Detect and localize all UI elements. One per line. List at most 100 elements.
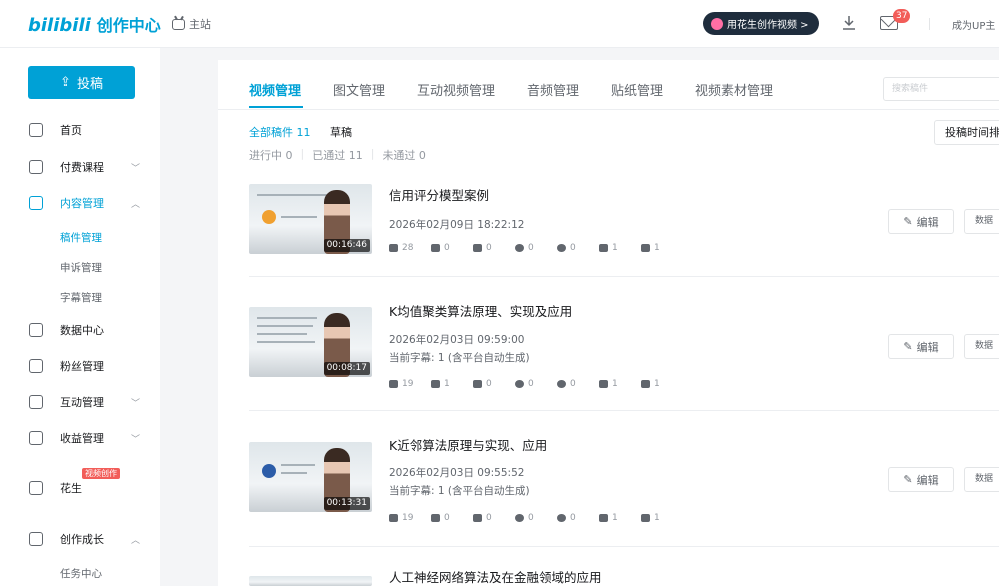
video-stats: 19 0 0 0 0 1 1: [389, 513, 683, 523]
video-date: 2026年02月03日 09:55:52: [389, 467, 525, 479]
chevron-down-icon: ﹀: [131, 398, 141, 409]
video-title[interactable]: 信用评分模型案例: [389, 185, 489, 204]
share-icon: [641, 244, 650, 252]
row-divider: [249, 276, 999, 277]
status-filter: 进行中 0 | 已通过 11 | 未通过 0: [249, 147, 426, 163]
data-button[interactable]: 数据: [964, 209, 999, 234]
search-input[interactable]: 搜索稿件: [883, 77, 999, 101]
tab-interactive-video[interactable]: 互动视频管理: [417, 80, 495, 99]
like-icon: [431, 244, 440, 252]
video-title[interactable]: K均值聚类算法原理、实现及应用: [389, 301, 572, 320]
video-subtitle-info: 当前字幕: 1 (含平台自动生成): [389, 352, 530, 364]
status-in-progress[interactable]: 进行中 0: [249, 147, 293, 163]
chevron-up-icon: ︿: [131, 535, 141, 546]
data-button[interactable]: 数据: [964, 334, 999, 359]
filter-draft[interactable]: 草稿: [330, 126, 352, 139]
edit-button[interactable]: ✎ 编辑: [888, 467, 954, 492]
video-date: 2026年02月03日 09:59:00: [389, 334, 525, 346]
huasheng-create-button[interactable]: 用花生创作视频 >: [703, 12, 819, 35]
active-tab-indicator: [249, 106, 303, 108]
edit-button[interactable]: ✎ 编辑: [888, 209, 954, 234]
bilibili-logo[interactable]: bilibili 创作中心: [28, 12, 161, 36]
share-icon: [641, 514, 650, 522]
comment-icon: [515, 380, 524, 388]
row-divider: [249, 410, 999, 411]
share-icon: [641, 380, 650, 388]
sidebar-item-paid-courses[interactable]: 付费课程 ﹀: [0, 154, 160, 180]
sidebar-sub-tasks[interactable]: 任务中心: [60, 566, 102, 581]
star-icon: [599, 514, 608, 522]
fans-icon: [29, 359, 43, 373]
star-icon: [599, 244, 608, 252]
danmaku-icon: [473, 380, 482, 388]
video-title[interactable]: 人工神经网络算法及在金融领域的应用: [389, 567, 602, 586]
sidebar-item-huasheng[interactable]: 花生 视频创作: [0, 468, 160, 501]
status-failed[interactable]: 未通过 0: [382, 147, 426, 163]
home-link[interactable]: 主站: [172, 16, 211, 32]
sidebar-sub-subtitles[interactable]: 字幕管理: [60, 290, 102, 305]
download-icon[interactable]: [842, 15, 856, 31]
header-divider: [929, 18, 930, 30]
peanut-icon: [711, 17, 723, 30]
sidebar-item-interaction[interactable]: 互动管理 ﹀: [0, 389, 160, 415]
video-row: 00:13:31 K近邻算法原理与实现、应用 2026年02月03日 09:55…: [249, 434, 999, 524]
chevron-down-icon: ﹀: [131, 434, 141, 445]
sidebar-item-growth[interactable]: 创作成长 ︿: [0, 526, 160, 552]
sidebar-item-home[interactable]: 首页: [0, 117, 160, 143]
video-thumbnail[interactable]: [249, 576, 372, 586]
filter-all[interactable]: 全部稿件 11: [249, 126, 311, 139]
sidebar-item-content[interactable]: 内容管理 ︿: [0, 190, 160, 216]
sidebar-item-fans[interactable]: 粉丝管理: [0, 353, 160, 379]
video-title[interactable]: K近邻算法原理与实现、应用: [389, 435, 547, 454]
tab-sticker[interactable]: 贴纸管理: [611, 80, 663, 99]
tab-video[interactable]: 视频管理: [249, 80, 301, 99]
chart-icon: [29, 323, 43, 337]
post-button[interactable]: ⇪ 投稿: [28, 66, 135, 99]
peanut-nav-icon: [29, 481, 43, 495]
tab-article[interactable]: 图文管理: [333, 80, 385, 99]
chevron-up-icon: ︿: [131, 199, 141, 210]
video-row: 人工神经网络算法及在金融领域的应用: [249, 566, 999, 586]
sort-dropdown[interactable]: 投稿时间排序: [934, 120, 999, 145]
tv-icon: [172, 18, 185, 30]
coin-icon: [557, 380, 566, 388]
play-icon: [389, 514, 398, 522]
video-duration: 00:16:46: [323, 239, 370, 252]
upload-icon: ⇪: [60, 75, 71, 90]
course-icon: [29, 160, 43, 174]
pencil-icon: ✎: [903, 340, 913, 353]
video-date: 2026年02月09日 18:22:12: [389, 219, 525, 231]
video-thumbnail[interactable]: 00:08:17: [249, 307, 372, 377]
video-subtitle-info: 当前字幕: 1 (含平台自动生成): [389, 485, 530, 497]
content-tabs: 视频管理 图文管理 互动视频管理 音频管理 贴纸管理 视频素材管理 搜索稿件: [218, 60, 999, 110]
main-panel: 视频管理 图文管理 互动视频管理 音频管理 贴纸管理 视频素材管理 搜索稿件 全…: [218, 60, 999, 586]
home-icon: [29, 123, 43, 137]
play-icon: [389, 380, 398, 388]
danmaku-icon: [473, 514, 482, 522]
sidebar-sub-manuscripts[interactable]: 稿件管理: [60, 230, 102, 245]
star-icon: [599, 380, 608, 388]
home-label: 主站: [189, 18, 211, 31]
manuscript-filter: 全部稿件 11 草稿: [249, 124, 352, 140]
top-bar: bilibili 创作中心 主站 用花生创作视频 > 37 成为UP主: [0, 0, 999, 48]
sidebar-item-revenue[interactable]: 收益管理 ﹀: [0, 425, 160, 451]
tab-audio[interactable]: 音频管理: [527, 80, 579, 99]
pencil-icon: ✎: [903, 473, 913, 486]
become-up-link[interactable]: 成为UP主: [952, 17, 995, 32]
video-thumbnail[interactable]: 00:13:31: [249, 442, 372, 512]
comment-icon: [515, 244, 524, 252]
pencil-icon: ✎: [903, 215, 913, 228]
data-button[interactable]: 数据: [964, 467, 999, 492]
edit-button[interactable]: ✎ 编辑: [888, 334, 954, 359]
sidebar-sub-appeals[interactable]: 申诉管理: [60, 260, 102, 275]
comment-icon: [515, 514, 524, 522]
like-icon: [431, 514, 440, 522]
status-passed[interactable]: 已通过 11: [312, 147, 363, 163]
sidebar-item-data[interactable]: 数据中心: [0, 317, 160, 343]
video-duration: 00:08:17: [323, 362, 370, 375]
comment-icon: [29, 395, 43, 409]
video-duration: 00:13:31: [323, 497, 370, 510]
video-thumbnail[interactable]: 00:16:46: [249, 184, 372, 254]
tab-video-material[interactable]: 视频素材管理: [695, 80, 773, 99]
logo-title: 创作中心: [96, 16, 161, 35]
